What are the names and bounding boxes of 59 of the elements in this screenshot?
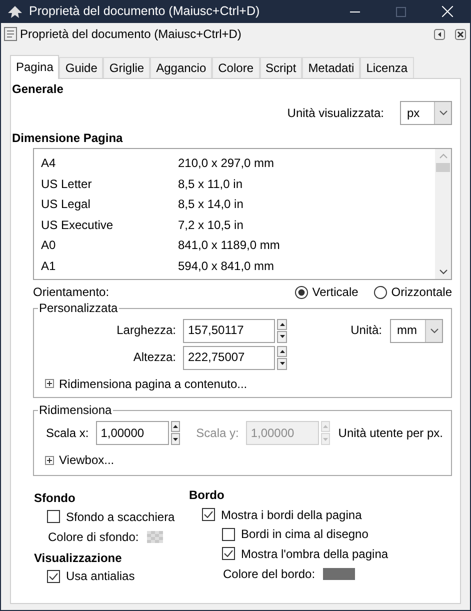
section-heading: Visualizzazione [33,550,123,565]
window-title: Proprietà del documento (Maiusc+Ctrl+D) [29,4,260,19]
checkbox[interactable]: Usa antialias [47,568,135,584]
tab[interactable]: Guide [59,57,104,78]
tab[interactable]: Metadati [302,57,360,78]
units-dropdown[interactable]: px [400,100,452,125]
field-label: Unità: [350,323,382,338]
section-heading: Sfondo [33,491,76,506]
table-cell: 8,5 x 14,0 in [178,197,244,212]
scale-x-field[interactable]: 1,00000 [96,420,170,445]
section-heading: Dimensione Pagina [11,130,124,146]
checkbox[interactable]: Mostra l'ombra della pagina [222,546,388,561]
field-label: Scala y: [196,426,239,440]
height-field[interactable]: 222,75007 [183,346,275,370]
field-label: Orientamento: [33,285,110,300]
group-title: Personalizzata [38,300,119,315]
section-heading: Bordo [188,488,226,503]
tab[interactable]: Script [260,57,302,78]
table-cell-text: US Executive [41,218,114,232]
table-cell: 594,0 x 841,0 mm [178,258,274,274]
expander[interactable]: Ridimensiona pagina a contenuto... [45,376,248,391]
tab[interactable]: Pagina [10,55,60,80]
tab[interactable]: Griglie [103,57,150,78]
table-cell: 841,0 x 1189,0 mm [178,238,280,253]
field-label: Scala x: [46,426,89,440]
section-heading: Generale [11,82,64,97]
unit-dropdown[interactable]: mm [390,318,443,343]
tab[interactable]: Licenza [360,57,414,78]
list-row[interactable]: A0 841,0 x 1189,0 mm [34,235,435,256]
list-row[interactable]: US Letter 8,5 x 11,0 in [34,174,435,194]
tab[interactable]: Aggancio [150,57,212,78]
table-cell-text: A4 [41,156,57,171]
field-label: Unità utente per px. [338,426,444,440]
list-row[interactable]: US Executive 7,2 x 10,5 in [34,214,435,236]
radio-button[interactable]: Verticale [295,285,358,300]
radio-button[interactable]: Orizzontale [374,285,452,300]
width-field[interactable]: 157,50117 [183,318,275,343]
table-cell: 210,0 x 297,0 mm [178,156,274,171]
panel-title: Proprietà del documento (Maiusc+Ctrl+D) [20,26,242,42]
list-row[interactable]: A1 594,0 x 841,0 mm [34,256,435,276]
field-label: Larghezza: [116,323,176,338]
table-cell: 8,5 x 11,0 in [178,176,242,192]
table-cell-text: A0 [41,238,57,253]
list-row[interactable]: US Legal 8,5 x 14,0 in [34,194,435,215]
table-cell-text: US Legal [41,197,92,212]
checkbox[interactable]: Bordi in cima al disegno [222,527,368,542]
field-label: Unità visualizzata: [287,106,384,120]
checkbox[interactable]: Mostra i bordi della pagina [202,508,362,522]
tab[interactable]: Colore [212,57,260,78]
checkbox[interactable]: Sfondo a scacchiera [47,510,175,524]
table-cell: 7,2 x 10,5 in [178,218,244,232]
field-label: Colore del bordo: [223,566,316,582]
field-label: Colore di sfondo: [48,530,139,545]
list-row[interactable]: A4 210,0 x 297,0 mm [34,153,435,174]
group-title: Ridimensiona [38,402,113,418]
field-label: Altezza: [132,350,176,365]
table-cell-text: US Letter [41,176,93,192]
table-cell-text: A1 [41,258,57,274]
expander[interactable]: Viewbox... [45,452,114,468]
